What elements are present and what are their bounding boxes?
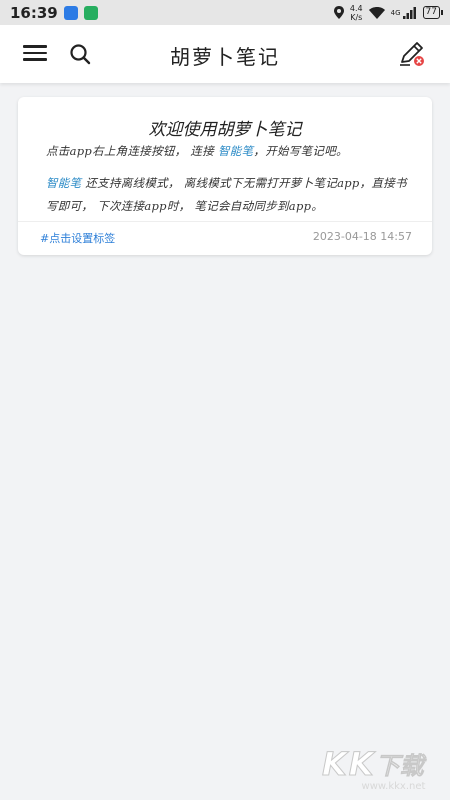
note-title: 欢迎使用胡萝卜笔记 [148,120,302,140]
set-tag-link[interactable]: #点击设置标签 [40,230,115,246]
smart-pen-highlight: 智能笔 [46,176,82,190]
speed-unit: K/s [350,12,363,22]
app-title: 胡萝卜笔记 [170,45,280,69]
app-notification-icon [83,5,98,20]
watermark: K K 下载 www.kkx.net [322,746,447,798]
status-bar-right: 4.4 K/s 4G 77 [333,4,444,22]
note-date: 2023-04-18 14:57 [312,230,412,243]
pen-disconnected-icon[interactable] [398,40,426,68]
watermark-url: www.kkx.net [361,781,426,792]
status-time: 16:39 [10,3,58,22]
note-text: 还支持离线模式， 离线模式下无需打开萝卜笔记app，直接书写即可， 下次连接ap… [46,176,407,213]
watermark-logo: K K 下载 [322,746,447,781]
app-header: 胡萝卜笔记 [0,25,450,83]
note-card[interactable]: 欢迎使用胡萝卜笔记 点击app右上角连接按钮， 连接 智能笔，开始写笔记吧。 智… [18,97,432,255]
watermark-text: 下载 [375,752,424,781]
app-notification-icon [63,5,78,20]
speed-value: 4.4 [349,3,363,13]
location-icon [333,6,344,19]
note-text: 点击app右上角连接按钮， 连接 [46,144,218,158]
cell-signal-icon [402,6,416,19]
wifi-icon [368,6,385,19]
watermark-k: K [348,744,374,783]
smart-pen-highlight: 智能笔 [218,144,254,158]
network-speed: 4.4 K/s [350,4,363,22]
note-text: ，开始写笔记吧。 [253,144,348,158]
battery-icon: 77 [422,6,444,19]
watermark-k: K [322,744,348,783]
status-bar: 16:39 4.4 K/s 4G 77 [0,0,450,25]
signal-label: 4G [390,8,401,17]
divider [18,221,432,222]
status-bar-left: 16:39 [10,4,98,22]
note-paragraph-2: 智能笔 还支持离线模式， 离线模式下无需打开萝卜笔记app，直接书写即可， 下次… [46,172,414,218]
note-paragraph-1: 点击app右上角连接按钮， 连接 智能笔，开始写笔记吧。 [46,140,414,163]
